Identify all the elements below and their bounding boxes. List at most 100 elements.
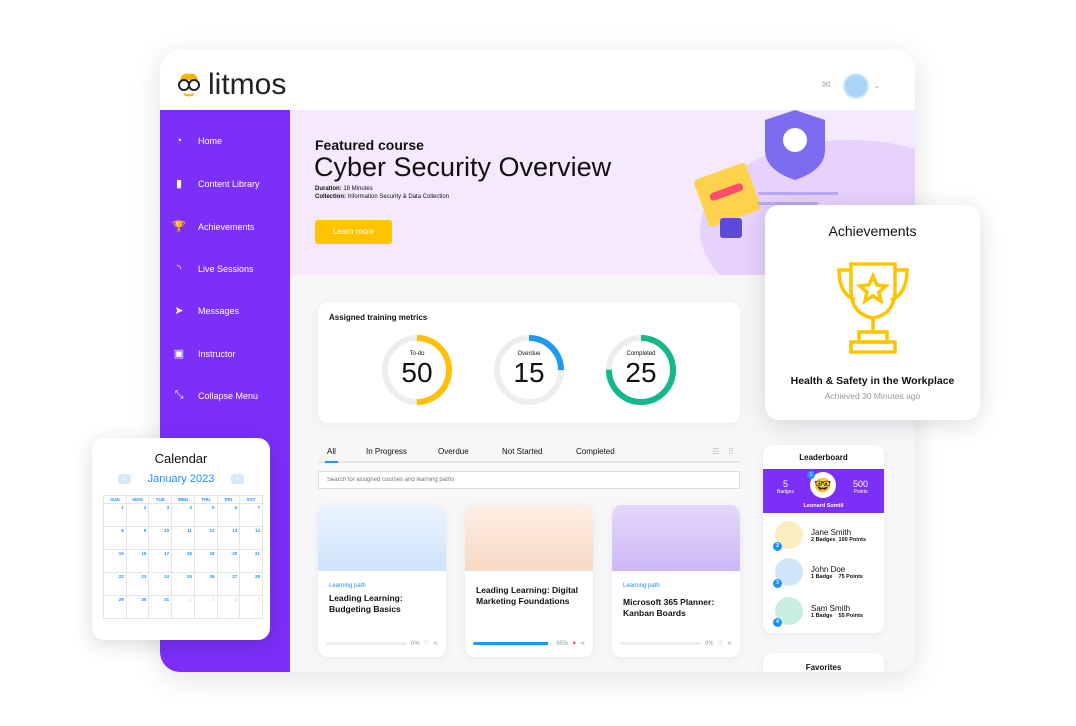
sidebar-item-achievements[interactable]: 🏆 Achievements bbox=[172, 220, 254, 233]
heart-outline-icon[interactable]: ♡ bbox=[718, 640, 723, 647]
book-icon: ▮ bbox=[175, 178, 183, 190]
grid-view-icon[interactable]: ⠿ bbox=[728, 447, 734, 456]
chevron-down-icon[interactable]: ⌄ bbox=[873, 80, 881, 91]
header: litmos ✉ ⌄ bbox=[160, 50, 915, 110]
leaderboard-row[interactable]: 3 John Doe 1 Badge 75 Points bbox=[773, 558, 863, 588]
next-month-button[interactable]: › bbox=[231, 474, 244, 484]
calendar-day[interactable]: 12 bbox=[194, 527, 218, 550]
progress-bar bbox=[620, 642, 701, 645]
calendar-day[interactable]: 2 bbox=[126, 504, 150, 527]
course-illustration bbox=[465, 505, 593, 571]
calendar-day[interactable]: 31 bbox=[149, 596, 173, 619]
course-card[interactable]: Learning path Leading Learning: Budgetin… bbox=[318, 505, 446, 657]
search-input[interactable] bbox=[318, 471, 740, 489]
calendar-day[interactable]: 17 bbox=[149, 550, 173, 573]
tab-overdue[interactable]: Overdue bbox=[438, 447, 469, 456]
training-metrics-card: Assigned training metrics To-do 50 Overdue… bbox=[318, 302, 740, 423]
hero-title: Cyber Security Overview bbox=[314, 152, 612, 182]
tab-in-progress[interactable]: In Progress bbox=[366, 447, 407, 456]
tab-not-started[interactable]: Not Started bbox=[502, 447, 542, 456]
gauge-value: 15 bbox=[513, 357, 545, 388]
calendar-day[interactable]: 23 bbox=[126, 573, 150, 596]
calendar-day[interactable]: 25 bbox=[172, 573, 195, 596]
top-points: 500 bbox=[853, 479, 869, 489]
calendar-day[interactable]: 15 bbox=[104, 550, 127, 573]
badges: 2 Badges bbox=[811, 536, 836, 543]
calendar-day[interactable]: 20 bbox=[217, 550, 241, 573]
calendar-day[interactable]: 13 bbox=[217, 527, 241, 550]
gauge-overdue: Overdue 15 bbox=[492, 333, 566, 407]
calendar-day[interactable]: 10 bbox=[149, 527, 173, 550]
sidebar-item-messages[interactable]: ➤ Messages bbox=[172, 304, 239, 317]
paper-plane-icon: ➤ bbox=[174, 305, 184, 317]
calendar-day[interactable]: 24 bbox=[149, 573, 173, 596]
course-card[interactable]: Learning path Microsoft 365 Planner: Kan… bbox=[612, 505, 740, 657]
calendar-day[interactable]: 4 bbox=[172, 504, 195, 527]
sidebar-item-content-library[interactable]: ▮ Content Library bbox=[172, 177, 260, 190]
calendar-day[interactable]: 1 bbox=[172, 596, 195, 619]
list-view-icon[interactable]: ☰ bbox=[712, 447, 719, 456]
calendar-day[interactable]: 18 bbox=[172, 550, 195, 573]
calendar-day[interactable]: 4 bbox=[240, 596, 263, 619]
calendar-day[interactable]: 22 bbox=[104, 573, 127, 596]
calendar-day[interactable]: 8 bbox=[104, 527, 127, 550]
calendar-day[interactable]: 7 bbox=[240, 504, 263, 527]
points: 75 Points bbox=[838, 573, 863, 580]
user-avatar-icon[interactable] bbox=[843, 73, 869, 99]
calendar-day[interactable]: 30 bbox=[126, 596, 150, 619]
calendar-day[interactable]: 27 bbox=[217, 573, 241, 596]
progress-text: 95% bbox=[556, 640, 569, 647]
calendar-day[interactable]: 14 bbox=[240, 527, 263, 550]
progress-bar bbox=[473, 642, 553, 645]
tab-all[interactable]: All bbox=[325, 447, 338, 463]
trophy-icon bbox=[837, 262, 909, 354]
mail-icon[interactable]: ✉ bbox=[822, 80, 830, 91]
calendar-day[interactable]: 9 bbox=[126, 527, 150, 550]
calendar-day[interactable]: 29 bbox=[104, 596, 127, 619]
sidebar-item-live-sessions[interactable]: ◝ Live Sessions bbox=[172, 262, 254, 275]
calendar-day[interactable]: 3 bbox=[149, 504, 173, 527]
calendar-day[interactable]: 6 bbox=[217, 504, 241, 527]
heart-outline-icon[interactable]: ♡ bbox=[424, 640, 429, 647]
sidebar-item-instructor[interactable]: ▣ Instructor bbox=[172, 347, 236, 360]
collapse-icon: ⤡ bbox=[174, 389, 184, 401]
calendar-day[interactable]: 3 bbox=[217, 596, 241, 619]
calendar-day[interactable]: 21 bbox=[240, 550, 263, 573]
weekday-header: FRI bbox=[217, 496, 241, 504]
calendar-day[interactable]: 28 bbox=[240, 573, 263, 596]
course-title: Leading Learning: Digital Marketing Foun… bbox=[476, 585, 579, 606]
user-name: Sam Smith bbox=[811, 603, 851, 613]
course-card[interactable]: Leading Learning: Digital Marketing Foun… bbox=[465, 505, 593, 657]
progress-bar bbox=[326, 642, 407, 645]
course-illustration bbox=[612, 505, 740, 571]
learn-more-button[interactable]: Learn more bbox=[315, 220, 392, 244]
calendar-day[interactable]: 19 bbox=[194, 550, 218, 573]
heart-filled-icon[interactable]: ♥ bbox=[572, 641, 576, 647]
leaderboard-top-user: 5 Badges 🤓 1 500 Points Leonard Somtil bbox=[763, 469, 884, 513]
gauge-completed: Completed 25 bbox=[604, 333, 678, 407]
calendar-day[interactable]: 26 bbox=[194, 573, 218, 596]
sidebar-item-collapse-menu[interactable]: ⤡ Collapse Menu bbox=[172, 389, 258, 402]
calendar-day[interactable]: 2 bbox=[194, 596, 218, 619]
rss-icon: ◝ bbox=[176, 263, 182, 275]
course-tabs: All In Progress Overdue Not Started Comp… bbox=[318, 447, 740, 463]
leaderboard-row[interactable]: 2 Jane Smith 2 Badges 100 Points bbox=[773, 521, 866, 551]
share-icon[interactable]: ⋖ bbox=[727, 640, 732, 647]
dashboard-icon: ◔ bbox=[175, 135, 183, 147]
calendar-day[interactable]: 1 bbox=[104, 504, 127, 527]
leaderboard-title: Leaderboard bbox=[799, 453, 848, 462]
sidebar-item-home[interactable]: ◔ Home bbox=[172, 135, 222, 147]
calendar-day[interactable]: 5 bbox=[194, 504, 218, 527]
share-icon[interactable]: ⋖ bbox=[580, 640, 585, 647]
avatar: 4 bbox=[773, 597, 803, 627]
gauge-value: 25 bbox=[625, 357, 657, 388]
share-icon[interactable]: ⋖ bbox=[433, 640, 438, 647]
calendar-day[interactable]: 16 bbox=[126, 550, 150, 573]
tab-completed[interactable]: Completed bbox=[576, 447, 615, 456]
trophy-icon: 🏆 bbox=[172, 221, 186, 233]
progress-text: 0% bbox=[704, 640, 714, 647]
calendar-day[interactable]: 11 bbox=[172, 527, 195, 550]
leaderboard-row[interactable]: 4 Sam Smith 1 Badge 55 Points bbox=[773, 597, 863, 627]
calendar-title: Calendar bbox=[154, 451, 208, 466]
logo[interactable]: litmos bbox=[174, 68, 286, 102]
